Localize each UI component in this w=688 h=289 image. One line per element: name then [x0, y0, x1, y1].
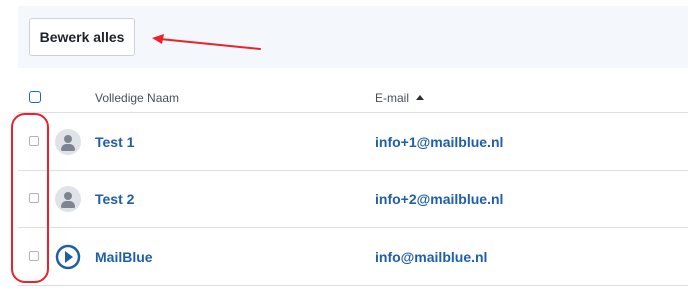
contact-email-link[interactable]: info+2@mailblue.nl — [375, 191, 503, 207]
mailblue-logo-icon — [55, 244, 81, 270]
contact-name-link[interactable]: Test 1 — [95, 134, 134, 150]
annotation-arrow — [152, 34, 261, 50]
sort-ascending-icon — [416, 95, 425, 100]
row-checkbox[interactable] — [29, 193, 39, 203]
table-header: Volledige Naam E-mail — [0, 84, 688, 112]
contact-email-link[interactable]: info+1@mailblue.nl — [375, 134, 503, 150]
select-all-checkbox[interactable] — [29, 91, 41, 103]
table-row: Test 1 info+1@mailblue.nl — [18, 112, 688, 171]
column-header-name: Volledige Naam — [95, 91, 180, 105]
contact-name-link[interactable]: Test 2 — [95, 191, 134, 207]
person-icon — [55, 186, 81, 212]
bulk-actions-bar: Bewerk alles — [18, 6, 688, 68]
edit-all-button[interactable]: Bewerk alles — [29, 18, 135, 56]
contact-name-link[interactable]: MailBlue — [95, 249, 153, 265]
row-checkbox[interactable] — [29, 136, 39, 146]
column-header-email-label: E-mail — [375, 91, 410, 105]
person-icon — [55, 129, 81, 155]
column-header-email[interactable]: E-mail — [375, 91, 425, 105]
row-checkbox[interactable] — [29, 251, 39, 261]
table-row: Test 2 info+2@mailblue.nl — [18, 170, 688, 228]
contact-email-link[interactable]: info@mailblue.nl — [375, 249, 487, 265]
table-row: MailBlue info@mailblue.nl — [18, 228, 688, 286]
